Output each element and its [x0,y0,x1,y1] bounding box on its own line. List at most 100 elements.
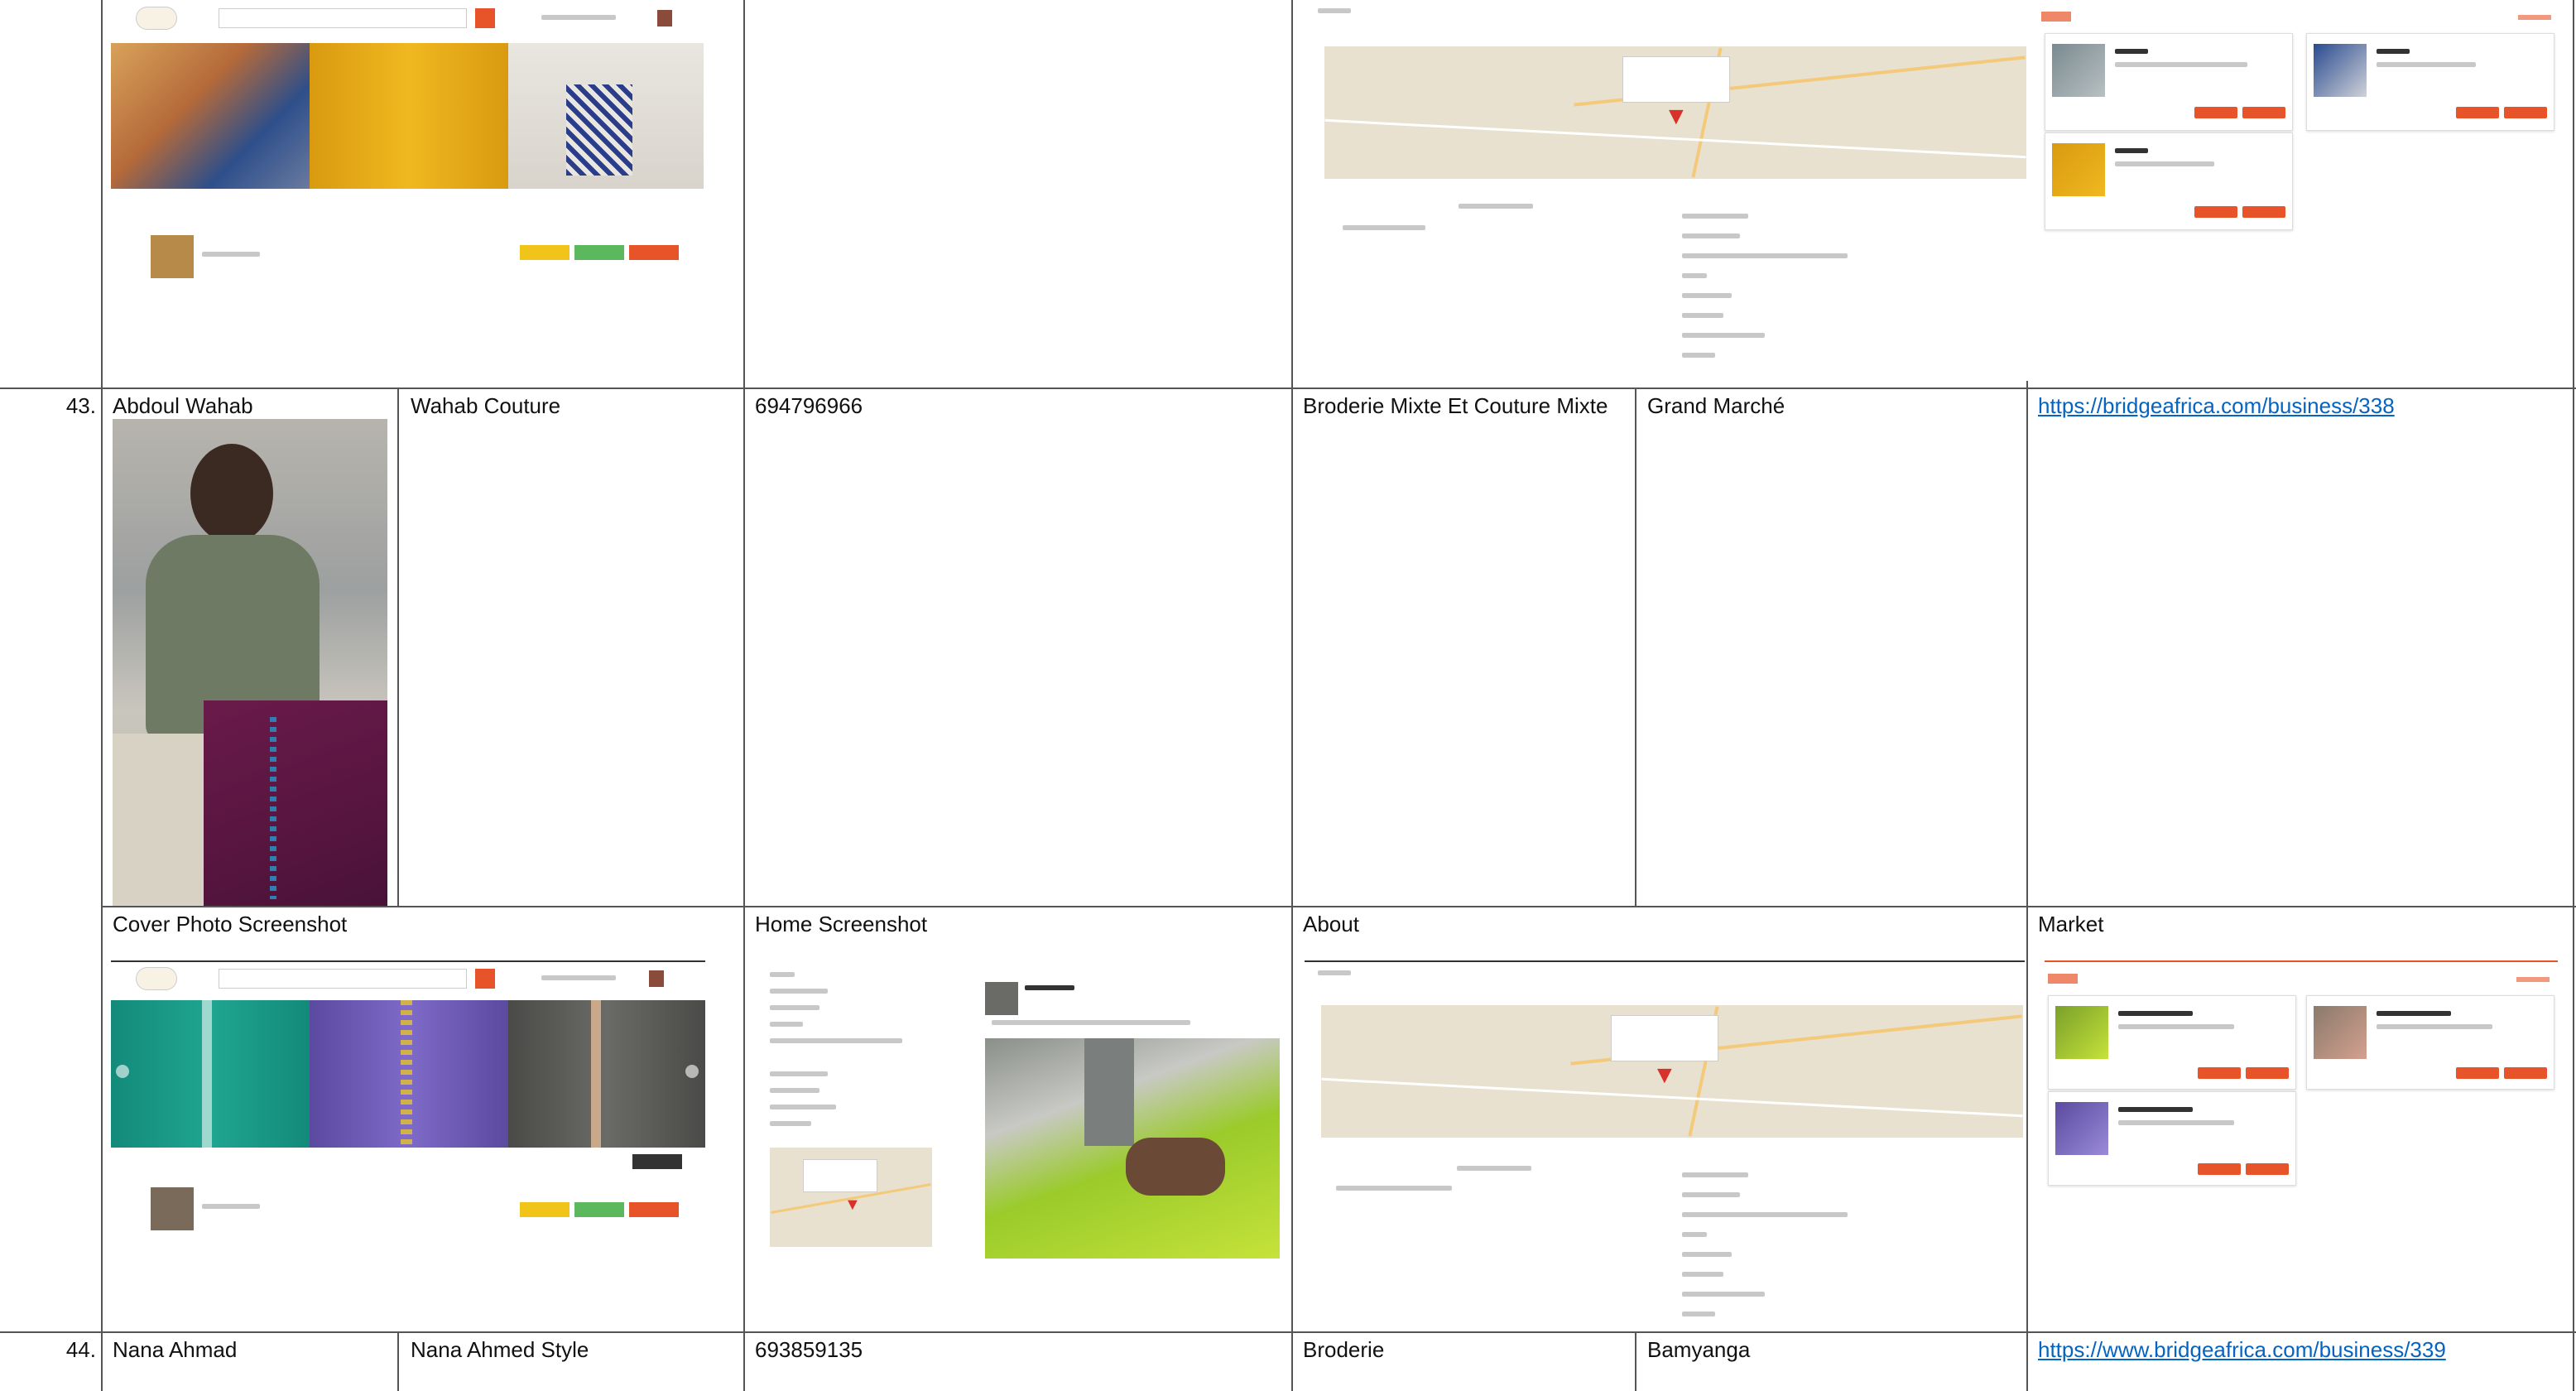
map: ▼ [1324,46,2026,179]
home-label [770,972,795,977]
bridgeafrica-logo [136,967,177,990]
grid-line [1635,387,1636,906]
contact-line [1682,214,1748,219]
contact-line [770,1071,828,1076]
home-screenshot: ▼ [755,960,1286,1262]
community-button[interactable] [520,1202,570,1217]
contact-line [1682,313,1723,318]
map-tooltip [1611,1015,1718,1061]
carousel-prev-icon[interactable] [116,1065,129,1078]
profile-name [202,252,260,257]
contact-line [770,1121,811,1126]
contact-line [1682,1232,1707,1237]
about-header: About [1303,912,1359,936]
product-card[interactable] [2048,1091,2296,1186]
community-button[interactable] [520,245,570,260]
carousel-next-icon[interactable] [685,1065,699,1078]
grid-line [101,0,103,1391]
message-button[interactable] [574,1202,624,1217]
contact-line [770,1038,902,1043]
product-card[interactable] [2048,995,2296,1090]
direction-button[interactable] [629,1202,679,1217]
grid-line [101,906,2576,907]
cover-image-embroidery [508,43,704,189]
search-icon[interactable] [475,8,495,28]
contact-line [1682,1252,1732,1257]
map: ▼ [1321,1005,2023,1138]
map-tooltip [1622,56,1730,103]
about-text [1457,1166,1531,1171]
business-url-link[interactable]: https://www.bridgeafrica.com/business/33… [2038,1335,2446,1365]
contact-line [1682,1172,1748,1177]
about-text [1336,1186,1452,1191]
market-screenshot [2045,960,2558,1211]
about-screenshot-prev: ▼ [1318,0,2030,381]
post-image [985,1038,1280,1259]
contact-line [770,1005,819,1010]
message-button[interactable] [574,245,624,260]
business-category: Broderie Mixte Et Couture Mixte [1303,393,1608,418]
about-label [1318,970,1351,975]
market-label [2041,12,2071,22]
contact-line [1682,1312,1715,1316]
about-screenshot: ▼ [1305,960,2025,1330]
about-text [1459,204,1533,209]
grid-line [397,387,399,906]
about-label [1318,8,1351,13]
post-text [992,1020,1190,1025]
search-input[interactable] [219,969,467,989]
business-location: Bamyanga [1647,1337,1751,1362]
grid-line [2573,0,2574,1391]
grid-line [1291,0,1293,1391]
cover-image-teal [111,1000,310,1148]
contact-line [1682,293,1732,298]
business-url-link[interactable]: https://bridgeafrica.com/business/338 [2038,391,2395,421]
grid-line [743,0,745,1391]
market-label [2048,974,2078,984]
search-input[interactable] [219,8,467,28]
product-card[interactable] [2306,995,2554,1090]
nav-text [541,975,616,980]
contact-line [1682,1292,1765,1297]
row-number: 44. [65,1337,96,1362]
map-marker-icon: ▼ [844,1196,861,1214]
business-name: Nana Ahmed Style [411,1337,589,1362]
business-name: Wahab Couture [411,393,561,418]
product-card[interactable] [2306,33,2554,131]
product-card[interactable] [2045,33,2293,131]
market-screenshot-prev [2038,0,2561,248]
search-icon[interactable] [475,969,495,989]
contact-line [1682,1212,1848,1217]
map-marker-icon: ▼ [1664,103,1689,130]
profile-thumbnail [151,235,194,278]
cover-screenshot-prev [111,0,704,295]
cover-image-yellow-fabric [310,43,508,189]
post-avatar [985,982,1018,1015]
view-all-link[interactable] [2516,977,2550,982]
contact-line [1682,233,1740,238]
contact-line [1682,1192,1740,1197]
post-author [1025,985,1074,990]
direction-button[interactable] [629,245,679,260]
mini-map: ▼ [770,1148,932,1247]
contact-line [1682,1272,1723,1277]
business-category: Broderie [1303,1337,1385,1362]
cover-image-purple [310,1000,508,1148]
contact-line [770,1088,819,1093]
home-screenshot-header: Home Screenshot [755,912,928,936]
contact-line [1682,273,1707,278]
product-card[interactable] [2045,132,2293,230]
row-number: 43. [65,393,96,418]
business-location: Grand Marché [1647,393,1785,418]
cover-screenshot-header: Cover Photo Screenshot [113,912,348,936]
view-all-link[interactable] [2518,15,2551,20]
grid-line [0,1331,2576,1333]
cover-image-grey [508,1000,705,1169]
contact-line [770,989,828,994]
bridgeafrica-logo [136,7,177,30]
grid-line [1635,1331,1636,1391]
phone-number: 694796966 [755,393,863,418]
grid-line [397,1331,399,1391]
cover-image-tailor [111,43,310,189]
map-marker-icon: ▼ [1652,1061,1677,1089]
